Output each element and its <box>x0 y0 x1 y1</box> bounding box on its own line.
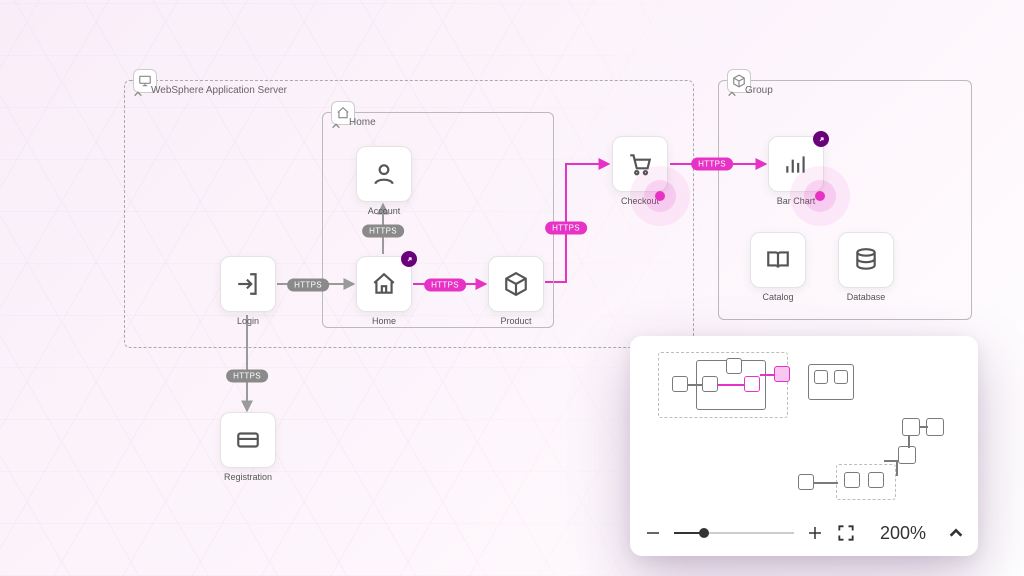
minimap-collapse-button[interactable] <box>948 525 964 541</box>
zoom-in-button[interactable] <box>806 524 824 542</box>
zoom-out-button[interactable] <box>644 524 662 542</box>
node-account-label: Account <box>368 206 401 216</box>
cart-icon <box>627 151 653 177</box>
node-registration-label: Registration <box>224 472 272 482</box>
node-login-label: Login <box>237 316 259 326</box>
node-database-label: Database <box>847 292 886 302</box>
node-catalog[interactable]: Catalog <box>748 232 808 302</box>
node-home[interactable]: Home <box>354 256 414 326</box>
node-database[interactable]: Database <box>836 232 896 302</box>
group-home-label: Home <box>349 117 376 128</box>
minimap[interactable] <box>640 346 968 510</box>
node-checkout[interactable]: Checkout <box>610 136 670 206</box>
database-icon <box>853 247 879 273</box>
minimap-controls: 200% <box>630 510 978 556</box>
group-server-label: WebSphere Application Server <box>151 85 287 96</box>
node-barchart[interactable]: Bar Chart <box>766 136 826 206</box>
edge-product-checkout-label: HTTPS <box>545 222 587 235</box>
fit-screen-button[interactable] <box>836 523 856 543</box>
group-collapse-toggle[interactable] <box>131 87 145 101</box>
node-account[interactable]: Account <box>354 146 414 216</box>
group-collapse-toggle[interactable] <box>329 119 343 133</box>
edge-login-home-label: HTTPS <box>287 279 329 292</box>
edge-checkout-barchart-label: HTTPS <box>691 158 733 171</box>
node-login[interactable]: Login <box>218 256 278 326</box>
node-registration[interactable]: Registration <box>218 412 278 482</box>
zoom-value: 200% <box>880 523 926 544</box>
bar-chart-icon <box>783 151 809 177</box>
node-barchart-label: Bar Chart <box>777 196 816 206</box>
group-right-label: Group <box>745 85 773 96</box>
zoom-slider[interactable] <box>674 526 794 540</box>
edge-login-reg-label: HTTPS <box>226 370 268 383</box>
minimap-panel[interactable]: 200% <box>630 336 978 556</box>
card-icon <box>235 427 261 453</box>
book-open-icon <box>765 247 791 273</box>
node-home-label: Home <box>372 316 396 326</box>
node-catalog-label: Catalog <box>762 292 793 302</box>
user-icon <box>371 161 397 187</box>
external-link-badge[interactable] <box>813 131 829 147</box>
diagram-canvas[interactable]: WebSphere Application Server Home Group <box>0 0 1024 576</box>
node-product[interactable]: Product <box>486 256 546 326</box>
node-product-label: Product <box>500 316 531 326</box>
edge-home-account-label: HTTPS <box>362 225 404 238</box>
external-link-badge[interactable] <box>401 251 417 267</box>
edge-home-product-label: HTTPS <box>424 279 466 292</box>
home-icon <box>371 271 397 297</box>
cube-icon <box>503 271 529 297</box>
node-checkout-label: Checkout <box>621 196 659 206</box>
login-icon <box>235 271 261 297</box>
group-collapse-toggle[interactable] <box>725 87 739 101</box>
